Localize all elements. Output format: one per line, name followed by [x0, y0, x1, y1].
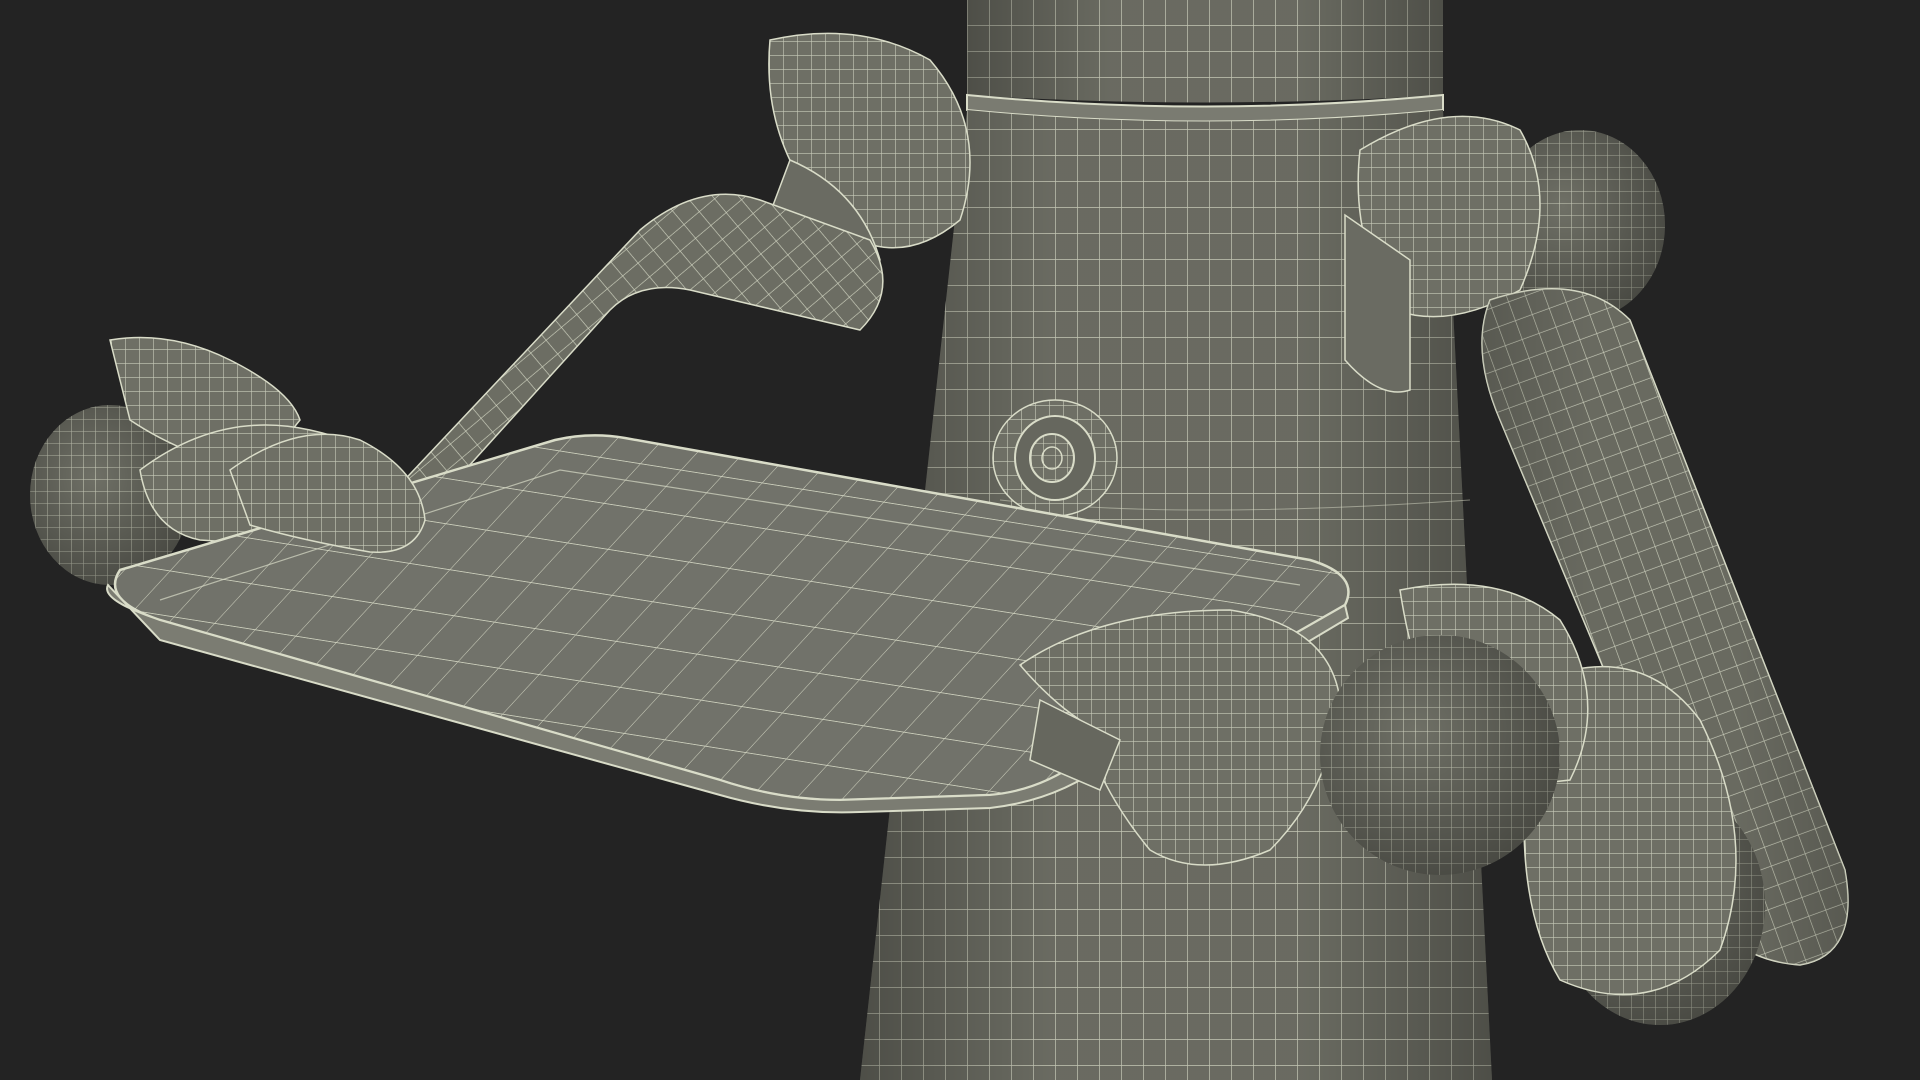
render-viewport [0, 0, 1920, 1080]
sensor-eye [992, 399, 1118, 517]
wireframe-render [30, 0, 1849, 1080]
